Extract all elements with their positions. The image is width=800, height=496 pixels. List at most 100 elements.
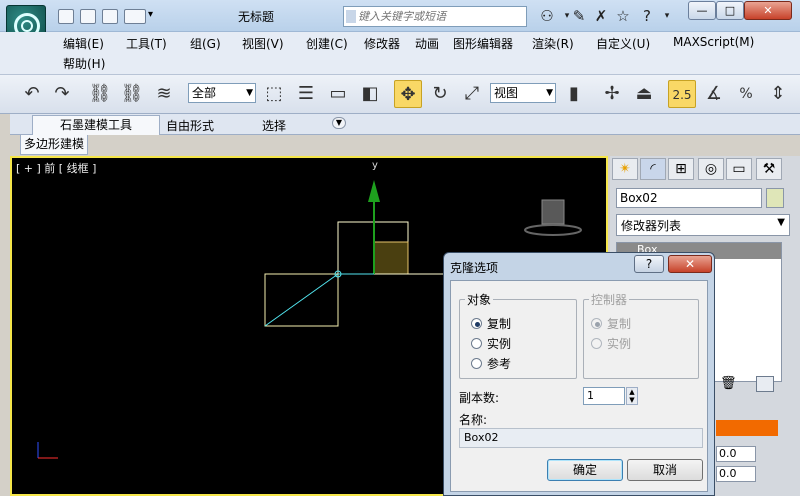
binoculars-icon[interactable]: ⚇: [538, 8, 556, 24]
title-bar: ▾ 无标题 ⚇ ▾ ✎ ✗ ☆ ? ▾ — □ ✕: [0, 0, 800, 32]
snap-toggle[interactable]: 2.5: [668, 80, 696, 108]
radio-reference-label[interactable]: 参考: [487, 355, 511, 372]
unlink-icon[interactable]: ⛓: [118, 80, 146, 108]
quick-access-dropdown-icon[interactable]: ▾: [148, 9, 153, 20]
radio-copy-label[interactable]: 复制: [487, 315, 511, 332]
chevron-down-icon: ▼: [546, 88, 553, 98]
copies-label: 副本数:: [459, 391, 500, 405]
search-box[interactable]: [343, 6, 527, 27]
object-name-field[interactable]: Box02: [616, 188, 762, 208]
selected-face: [373, 241, 409, 275]
select-and-rotate-icon[interactable]: ↻: [426, 80, 454, 108]
help-icon[interactable]: ?: [638, 8, 656, 24]
copies-spinner-icon[interactable]: ▲ ▼: [626, 387, 638, 405]
menu-graph-editors[interactable]: 图形编辑器: [453, 35, 513, 52]
menu-customize[interactable]: 自定义(U): [596, 35, 650, 52]
window-title: 无标题: [238, 10, 275, 24]
ok-button[interactable]: 确定: [547, 459, 623, 481]
display-tab-icon[interactable]: ▭: [726, 158, 752, 180]
open-file-icon[interactable]: [80, 9, 96, 24]
percent-snap-icon[interactable]: %: [732, 80, 760, 108]
radio-instance-label[interactable]: 实例: [487, 335, 511, 352]
menu-help[interactable]: 帮助(H): [63, 55, 105, 72]
save-file-icon[interactable]: [102, 9, 118, 24]
controller-group-title: 控制器: [589, 291, 630, 308]
gizmo-y-arrow-icon: [368, 180, 380, 202]
menu-edit[interactable]: 编辑(E): [63, 35, 104, 52]
reference-coordinate-dropdown[interactable]: 视图 ▼: [490, 83, 556, 103]
search-input[interactable]: [358, 8, 522, 25]
radio-controller-instance: [591, 338, 602, 349]
motion-tab-icon[interactable]: ◎: [698, 158, 724, 180]
new-file-icon[interactable]: [58, 9, 74, 24]
dialog-help-button[interactable]: ?: [634, 255, 664, 273]
radio-instance[interactable]: [471, 338, 482, 349]
minimize-button[interactable]: —: [688, 1, 716, 20]
parameter-field-1[interactable]: 0.0: [716, 446, 756, 462]
menu-modifiers[interactable]: 修改器: [364, 35, 400, 52]
selection-filter-dropdown[interactable]: 全部 ▼: [188, 83, 256, 103]
main-toolbar: ↶ ↷ ⛓ ⛓ ≋ 全部 ▼ ⬚ ☰ ▭ ◧ ✥ ↻ ⤢ 视图 ▼ ▮ ✢ ⏏ …: [0, 74, 800, 114]
menu-bar: 编辑(E) 工具(T) 组(G) 视图(V) 创建(C) 修改器 动画 图形编辑…: [0, 32, 800, 74]
menu-create[interactable]: 创建(C): [306, 35, 348, 52]
radio-reference[interactable]: [471, 358, 482, 369]
utilities-tab-icon[interactable]: ⚒: [756, 158, 782, 180]
ribbon-options-icon[interactable]: ▼: [332, 117, 346, 129]
select-object-icon[interactable]: ⬚: [260, 80, 288, 108]
chevron-down-icon: ▼: [777, 217, 785, 228]
project-folder-icon[interactable]: [124, 9, 146, 24]
rectangular-selection-icon[interactable]: ▭: [324, 80, 352, 108]
copies-input[interactable]: 1: [583, 387, 625, 405]
bind-space-warp-icon[interactable]: ≋: [150, 80, 178, 108]
search-expand-icon[interactable]: [346, 10, 356, 23]
dialog-body: 对象 复制 实例 参考 控制器 复制 实例 副本数: 1 ▲ ▼ 名称: Box0…: [450, 280, 708, 492]
spinner-snap-icon[interactable]: ⇕: [764, 80, 792, 108]
object-group-title: 对象: [465, 291, 494, 308]
subtab-polygon-modeling[interactable]: 多边形建模: [20, 135, 88, 155]
tab-selection[interactable]: 选择: [262, 117, 286, 134]
window-crossing-icon[interactable]: ◧: [356, 80, 384, 108]
name-input[interactable]: Box02: [459, 428, 703, 448]
angle-snap-icon[interactable]: ∡: [700, 80, 728, 108]
menu-views[interactable]: 视图(V): [242, 35, 284, 52]
viewcube-icon: [524, 199, 582, 236]
create-tab-icon[interactable]: ✴: [612, 158, 638, 180]
help-dropdown-icon[interactable]: ▾: [658, 8, 676, 24]
close-button[interactable]: ✕: [744, 1, 792, 20]
select-and-scale-icon[interactable]: ⤢: [458, 80, 486, 108]
configure-modifier-sets-icon[interactable]: [756, 376, 774, 392]
remove-modifier-icon[interactable]: 🗑: [720, 376, 737, 391]
select-and-move-icon[interactable]: ✥: [394, 80, 422, 108]
communication-center-icon[interactable]: ✗: [592, 8, 610, 24]
clone-options-dialog: 克隆选项 ? ✕ 对象 复制 实例 参考 控制器 复制 实例 副本数: 1 ▲ ▼…: [443, 252, 715, 496]
reference-coordinate-value: 视图: [494, 86, 519, 100]
menu-group[interactable]: 组(G): [190, 35, 221, 52]
link-icon[interactable]: ⛓: [86, 80, 114, 108]
keyboard-shortcut-override-icon[interactable]: ⏏: [630, 80, 658, 108]
tab-graphite-modeling[interactable]: 石墨建模工具: [32, 115, 160, 135]
select-manipulate-icon[interactable]: ✢: [598, 80, 626, 108]
menu-animation[interactable]: 动画: [415, 35, 439, 52]
redo-icon[interactable]: ↷: [48, 80, 76, 108]
parameter-field-2[interactable]: 0.0: [716, 466, 756, 482]
pivot-center-icon[interactable]: ▮: [560, 80, 588, 108]
radio-copy[interactable]: [471, 318, 482, 329]
dialog-close-button[interactable]: ✕: [668, 255, 712, 273]
select-by-name-icon[interactable]: ☰: [292, 80, 320, 108]
object-color-swatch[interactable]: [766, 188, 784, 208]
gizmo-y-label: y: [372, 160, 378, 171]
menu-rendering[interactable]: 渲染(R): [532, 35, 574, 52]
cancel-button[interactable]: 取消: [627, 459, 703, 481]
maximize-button[interactable]: □: [716, 1, 744, 20]
modifier-list-dropdown[interactable]: 修改器列表 ▼: [616, 214, 790, 236]
radio-controller-instance-label: 实例: [607, 337, 632, 351]
modifier-list-value: 修改器列表: [621, 219, 682, 233]
menu-tools[interactable]: 工具(T): [126, 35, 167, 52]
favorites-star-icon[interactable]: ☆: [614, 8, 632, 24]
modify-tab-icon[interactable]: ◜: [640, 158, 666, 180]
tab-freeform[interactable]: 自由形式: [166, 117, 214, 134]
subscription-icon[interactable]: ✎: [570, 8, 588, 24]
hierarchy-tab-icon[interactable]: ⊞: [668, 158, 694, 180]
menu-maxscript[interactable]: MAXScript(M): [673, 35, 754, 49]
undo-icon[interactable]: ↶: [18, 80, 46, 108]
